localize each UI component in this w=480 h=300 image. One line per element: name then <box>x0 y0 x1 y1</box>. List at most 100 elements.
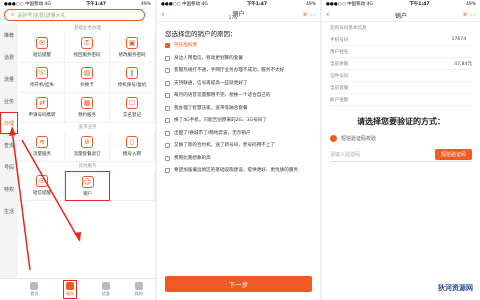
info-value <box>465 97 472 102</box>
page-title: 销户 <box>394 13 407 20</box>
battery-level: 49% <box>140 1 151 7</box>
service-keep-number[interactable]: ∥ 停机保号/复机 <box>110 63 155 93</box>
checkbox[interactable] <box>165 105 170 111</box>
calendar-icon: ▦ <box>81 97 93 109</box>
service-label: 停机保号/复机 <box>117 83 147 88</box>
tab-mine[interactable]: 我的 <box>134 282 143 297</box>
checkbox[interactable] <box>165 155 170 161</box>
get-code-button[interactable]: 短信验证码 <box>434 149 472 160</box>
sidebar-item-business[interactable]: 业务 <box>0 90 18 112</box>
reason-option[interactable]: 身边人用电信，移动更划算的套餐 <box>165 56 312 67</box>
service-label: 流量套餐退订 <box>73 152 101 157</box>
reason-option[interactable]: 换了4G手机，只能告别原来的2G、3G号码了 <box>165 118 312 129</box>
info-key: 证件号码 <box>330 73 349 79</box>
sidebar-item-life[interactable]: 生活 <box>0 200 18 222</box>
service-label: 停开机/挂失 <box>29 83 55 88</box>
tab-service[interactable]: 服务 <box>63 280 78 299</box>
more-icon[interactable]: ⋯ <box>310 11 317 19</box>
battery-level: 49% <box>465 1 476 7</box>
reason-option[interactable]: 费用比我想象的高 <box>165 156 312 167</box>
service-cancel-account[interactable]: ☺ 销户 <box>65 171 110 201</box>
tab-offers[interactable]: 优惠 <box>101 282 110 297</box>
checkbox[interactable] <box>165 93 170 99</box>
service-replace-card[interactable]: ▤ 补换卡 <box>65 63 110 93</box>
reason-label: 身边人用电信，移动更划算的套餐 <box>174 55 243 61</box>
service-data-unsubscribe[interactable]: ⊘ 流量套餐退订 <box>65 132 110 162</box>
reason-prompt: 您选择您的销户的原因： <box>165 30 237 38</box>
sidebar-item-number[interactable]: 号码 <box>0 156 18 178</box>
nav-bar: ‹ 销户 ✕ ⋯ <box>322 8 480 22</box>
sms-verify-option[interactable]: 短信验证码校验 <box>330 135 472 142</box>
service-port-in[interactable]: ▯ 携号入网 <box>110 132 155 162</box>
checkbox[interactable] <box>165 118 170 124</box>
status-time: 下午1:47 <box>246 2 268 7</box>
reason-option[interactable]: 希望加强偏远地区的基础设施建设，提供更好、更优质的服务 <box>165 168 312 179</box>
sidebar-item-query[interactable]: 查询 <box>0 134 18 156</box>
sidebar-item-privilege[interactable]: 特权 <box>0 178 18 200</box>
service-appointment[interactable]: ▦ 预约服务 <box>65 93 110 123</box>
service-grid: ✉ 短信提醒 ⚿ 找回服务密码 ▣ 修改服务密码 ☏ 停开机/挂失 ▤ 补换卡 ∥ 停机保号… <box>20 33 155 123</box>
person-icon: ☺ <box>81 175 94 188</box>
search-icon: ⌕ <box>11 11 15 18</box>
checkbox[interactable] <box>165 43 170 49</box>
service-grid: ✉ 短信提醒 ☺ 销户 <box>20 171 155 201</box>
close-icon[interactable]: ✕ <box>462 11 468 19</box>
service-retrieve-password[interactable]: ⚿ 找回服务密码 <box>65 33 110 63</box>
sidebar-item-label: 业务 <box>3 98 14 105</box>
tab-home[interactable]: 首页 <box>30 282 39 297</box>
reason-option[interactable]: 客服热线打不通，手网厅业务办理不成功，服务不太好 <box>165 68 312 79</box>
service-label: 短信提醒 <box>33 191 51 196</box>
reason-label: 客服热线打不通，手网厅业务办理不成功，服务不太好 <box>174 68 285 73</box>
info-row: 当前余额 47.84元 <box>330 58 472 70</box>
service-grid: ≋ 流量服务 ⊘ 流量套餐退订 ▯ 携号入网 <box>20 132 155 162</box>
service-sms-reminder-2[interactable]: ✉ 短信提醒 <box>20 171 65 201</box>
more-icon[interactable]: ⋯ <box>470 11 477 19</box>
sidebar-item-data[interactable]: 流量 <box>0 68 18 90</box>
reason-label: 又换了新的合约机，送了新号码，老号码用不上了 <box>174 143 276 148</box>
sidebar-item-fee[interactable]: 话费 <box>0 46 18 68</box>
reason-label: 支持联通，信号再提高一些就更好了 <box>174 80 248 86</box>
service-data[interactable]: ≋ 流量服务 <box>20 132 65 162</box>
search-input[interactable]: ⌕ 请好号|花费|流量大礼 <box>4 9 145 21</box>
checkbox[interactable] <box>165 55 170 61</box>
tab-label: 服务 <box>66 291 75 296</box>
checkbox[interactable] <box>165 68 170 74</box>
radio-selected[interactable] <box>330 135 337 142</box>
checkbox[interactable] <box>165 130 170 136</box>
status-time: 下午1:47 <box>85 2 107 7</box>
sidebar-item-handle[interactable]: 办理 <box>0 112 18 134</box>
reason-option[interactable]: 每月的语音流量都用不完，想换一个适合自己的 <box>165 93 312 104</box>
envelope-icon: ✉ <box>36 37 48 49</box>
next-step-button[interactable]: 下一步 <box>165 276 312 292</box>
checkbox[interactable] <box>165 80 170 86</box>
info-header: 您的号码基本信息 <box>330 26 367 31</box>
transfer-icon: ⇄ <box>36 97 48 109</box>
service-label: 预约服务 <box>78 113 96 118</box>
info-value: 17674 <box>451 37 472 42</box>
search-placeholder: 请好号|花费|流量大礼 <box>17 12 66 19</box>
service-change-password[interactable]: ▣ 修改服务密码 <box>110 33 155 63</box>
service-label: 短信提醒 <box>33 53 51 58</box>
checkbox[interactable] <box>165 168 170 174</box>
sidebar-item-recommend[interactable]: 推荐 <box>0 24 18 46</box>
service-suspend[interactable]: ☏ 停开机/挂失 <box>20 63 65 93</box>
code-input[interactable]: 请输入验证码 <box>330 151 431 158</box>
service-number-port[interactable]: ⇄ 申请号码携转 <box>20 93 65 123</box>
reason-label: 存在乱扣费 <box>174 43 197 48</box>
service-real-name[interactable]: ☐ 实名登记 <box>110 93 155 123</box>
reason-option[interactable]: 出国了/换城市了/两地奔波，无奈销户 <box>165 131 312 142</box>
checkbox[interactable] <box>165 143 170 149</box>
reason-option[interactable]: 又换了新的合约机，送了新号码，老号码用不上了 <box>165 143 312 154</box>
info-row: 手机号码 17674 <box>330 34 472 46</box>
service-label: 修改服务密码 <box>118 53 146 58</box>
close-icon[interactable]: ✕ <box>302 11 308 19</box>
reason-list: 您选择您的销户的原因： 存在乱扣费 身边人用电信，移动更划算的套餐 客服热线打不… <box>157 24 320 181</box>
reason-option[interactable]: 支持联通，信号再提高一些就更好了 <box>165 81 312 92</box>
verification-section: 请选择您要验证的方式： 短信验证码校验 请输入验证码 短信验证码 <box>330 116 472 162</box>
carrier-signal: ●●●○○ 中国移动 4G <box>4 2 51 7</box>
service-sms-reminder[interactable]: ✉ 短信提醒 <box>20 33 65 63</box>
reason-option[interactable]: 我办理了智慧沃家，宽带等融合套餐 <box>165 106 312 117</box>
home-icon <box>30 282 39 290</box>
reason-option[interactable]: 存在乱扣费 <box>165 43 312 54</box>
info-value <box>465 49 472 54</box>
